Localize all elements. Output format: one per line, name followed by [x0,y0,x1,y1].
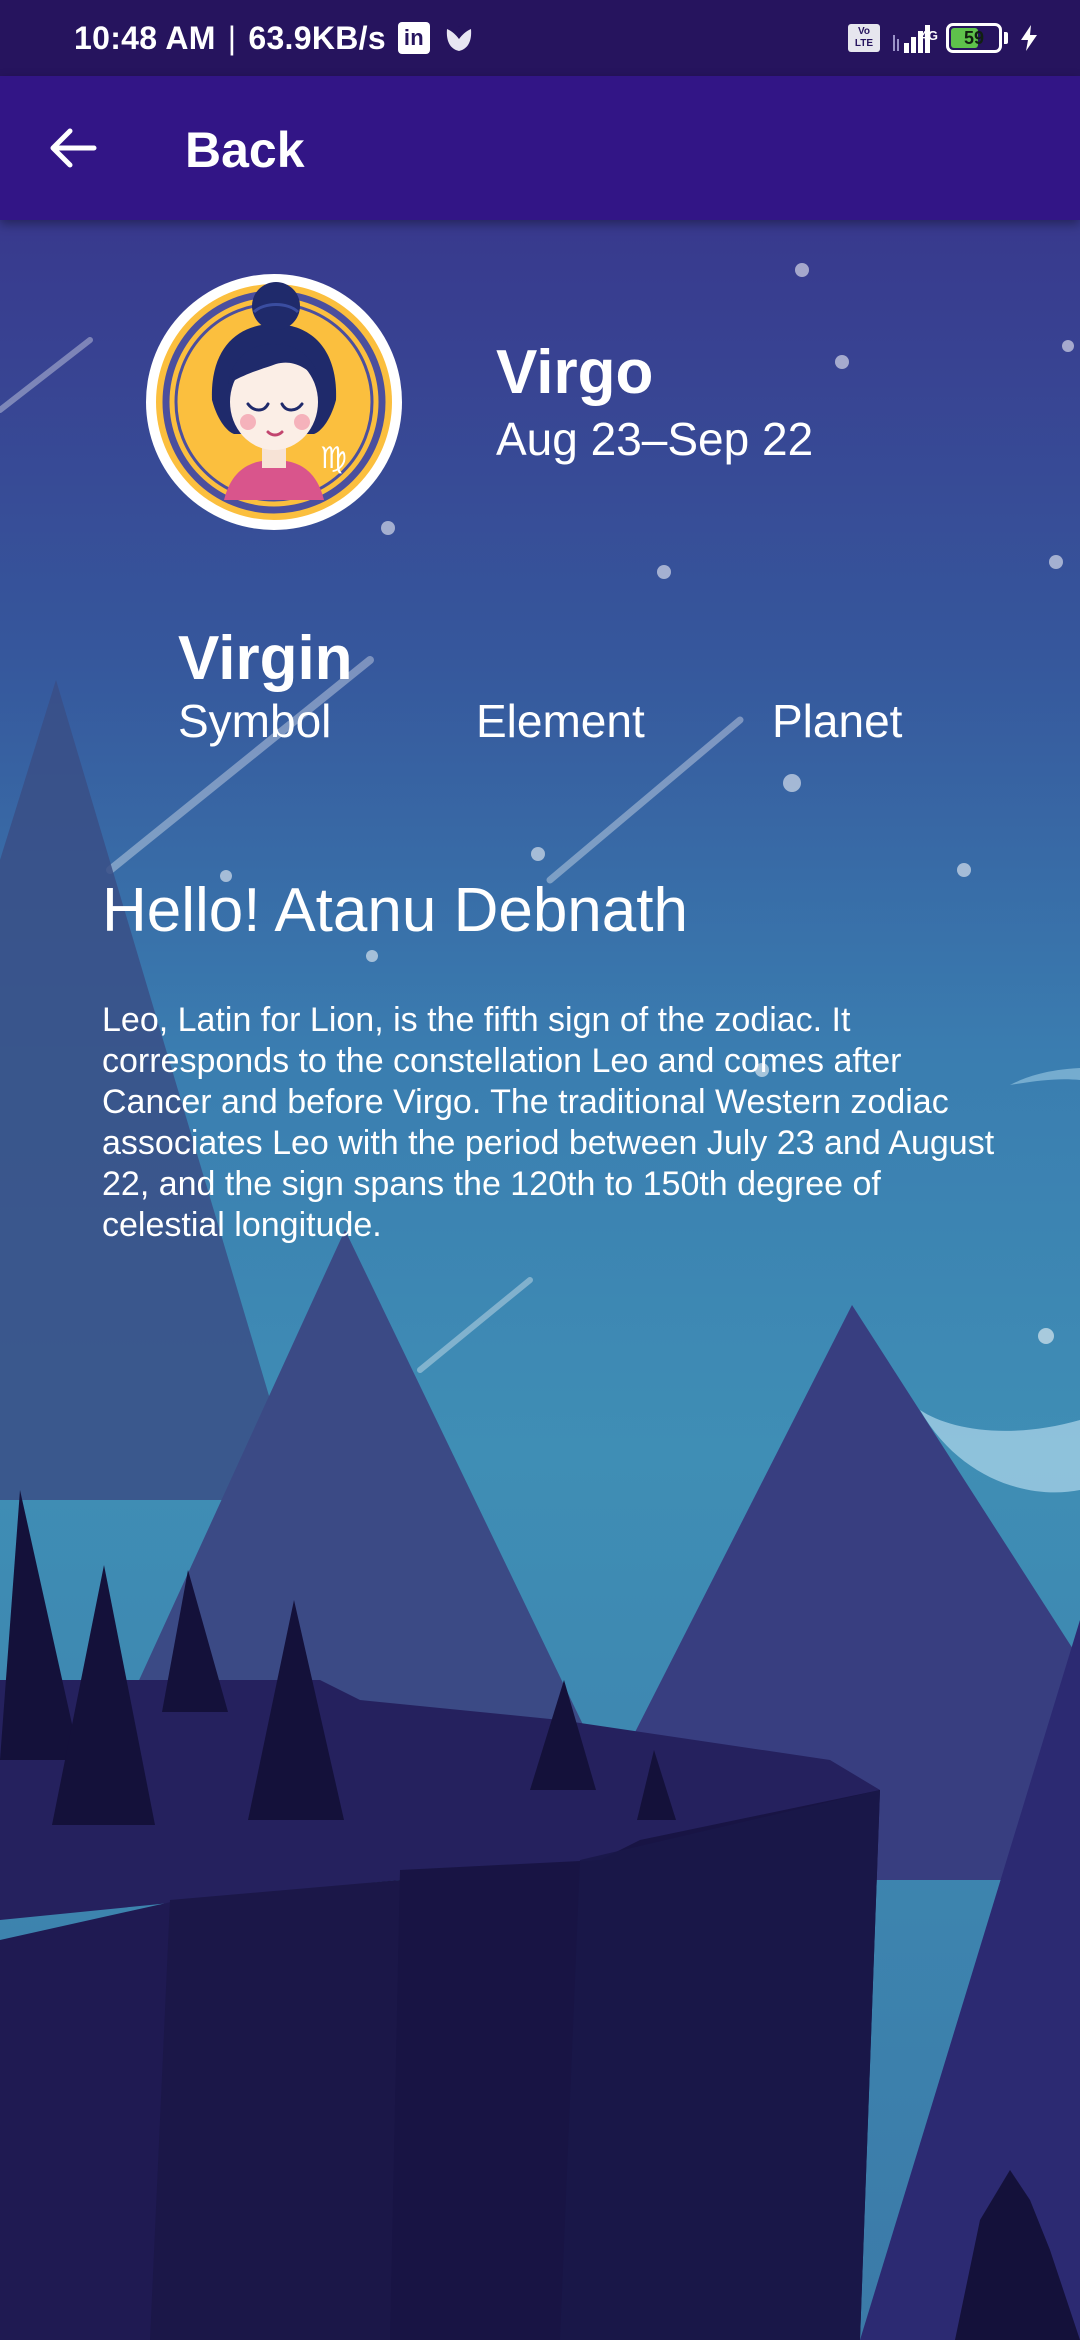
symbol-value: Virgin [178,624,353,693]
volte-icon: Vo LTE [848,24,880,52]
greeting-text: Hello! Atanu Debnath [102,876,688,945]
virgo-avatar-icon: ♍ [146,274,402,530]
volte-bottom-text: LTE [854,38,874,49]
sign-name: Virgo [496,338,654,407]
tulip-icon [446,25,472,51]
symbol-label: Symbol [178,695,332,747]
sign-dates: Aug 23–Sep 22 [496,413,814,465]
status-right: Vo LTE 4G 59 [848,0,1040,76]
linkedin-icon: in [397,22,430,54]
app-bar: Back [0,76,1080,220]
status-bar: 10:48 AM | 63.9KB/s in Vo LTE 4G 59 [0,0,1080,76]
status-time: 10:48 AM [74,19,216,56]
network-type: 4G [920,28,938,43]
sign-description: Leo, Latin for Lion, is the fifth sign o… [102,1001,995,1244]
battery-level: 59 [963,27,985,48]
battery-icon: 59 [946,23,1002,53]
back-button[interactable]: Back [185,122,305,178]
battery-cap [1004,32,1008,44]
element-label: Element [476,695,645,747]
planet-label: Planet [772,695,903,747]
status-net-speed: 63.9KB/s [248,19,386,56]
arrow-left-icon[interactable] [44,120,100,176]
volte-top-text: Vo [857,26,871,37]
virgo-glyph: ♍ [320,441,347,476]
status-left: 10:48 AM | 63.9KB/s in [74,0,476,76]
status-separator: | [227,19,237,56]
charging-icon [1021,25,1037,51]
